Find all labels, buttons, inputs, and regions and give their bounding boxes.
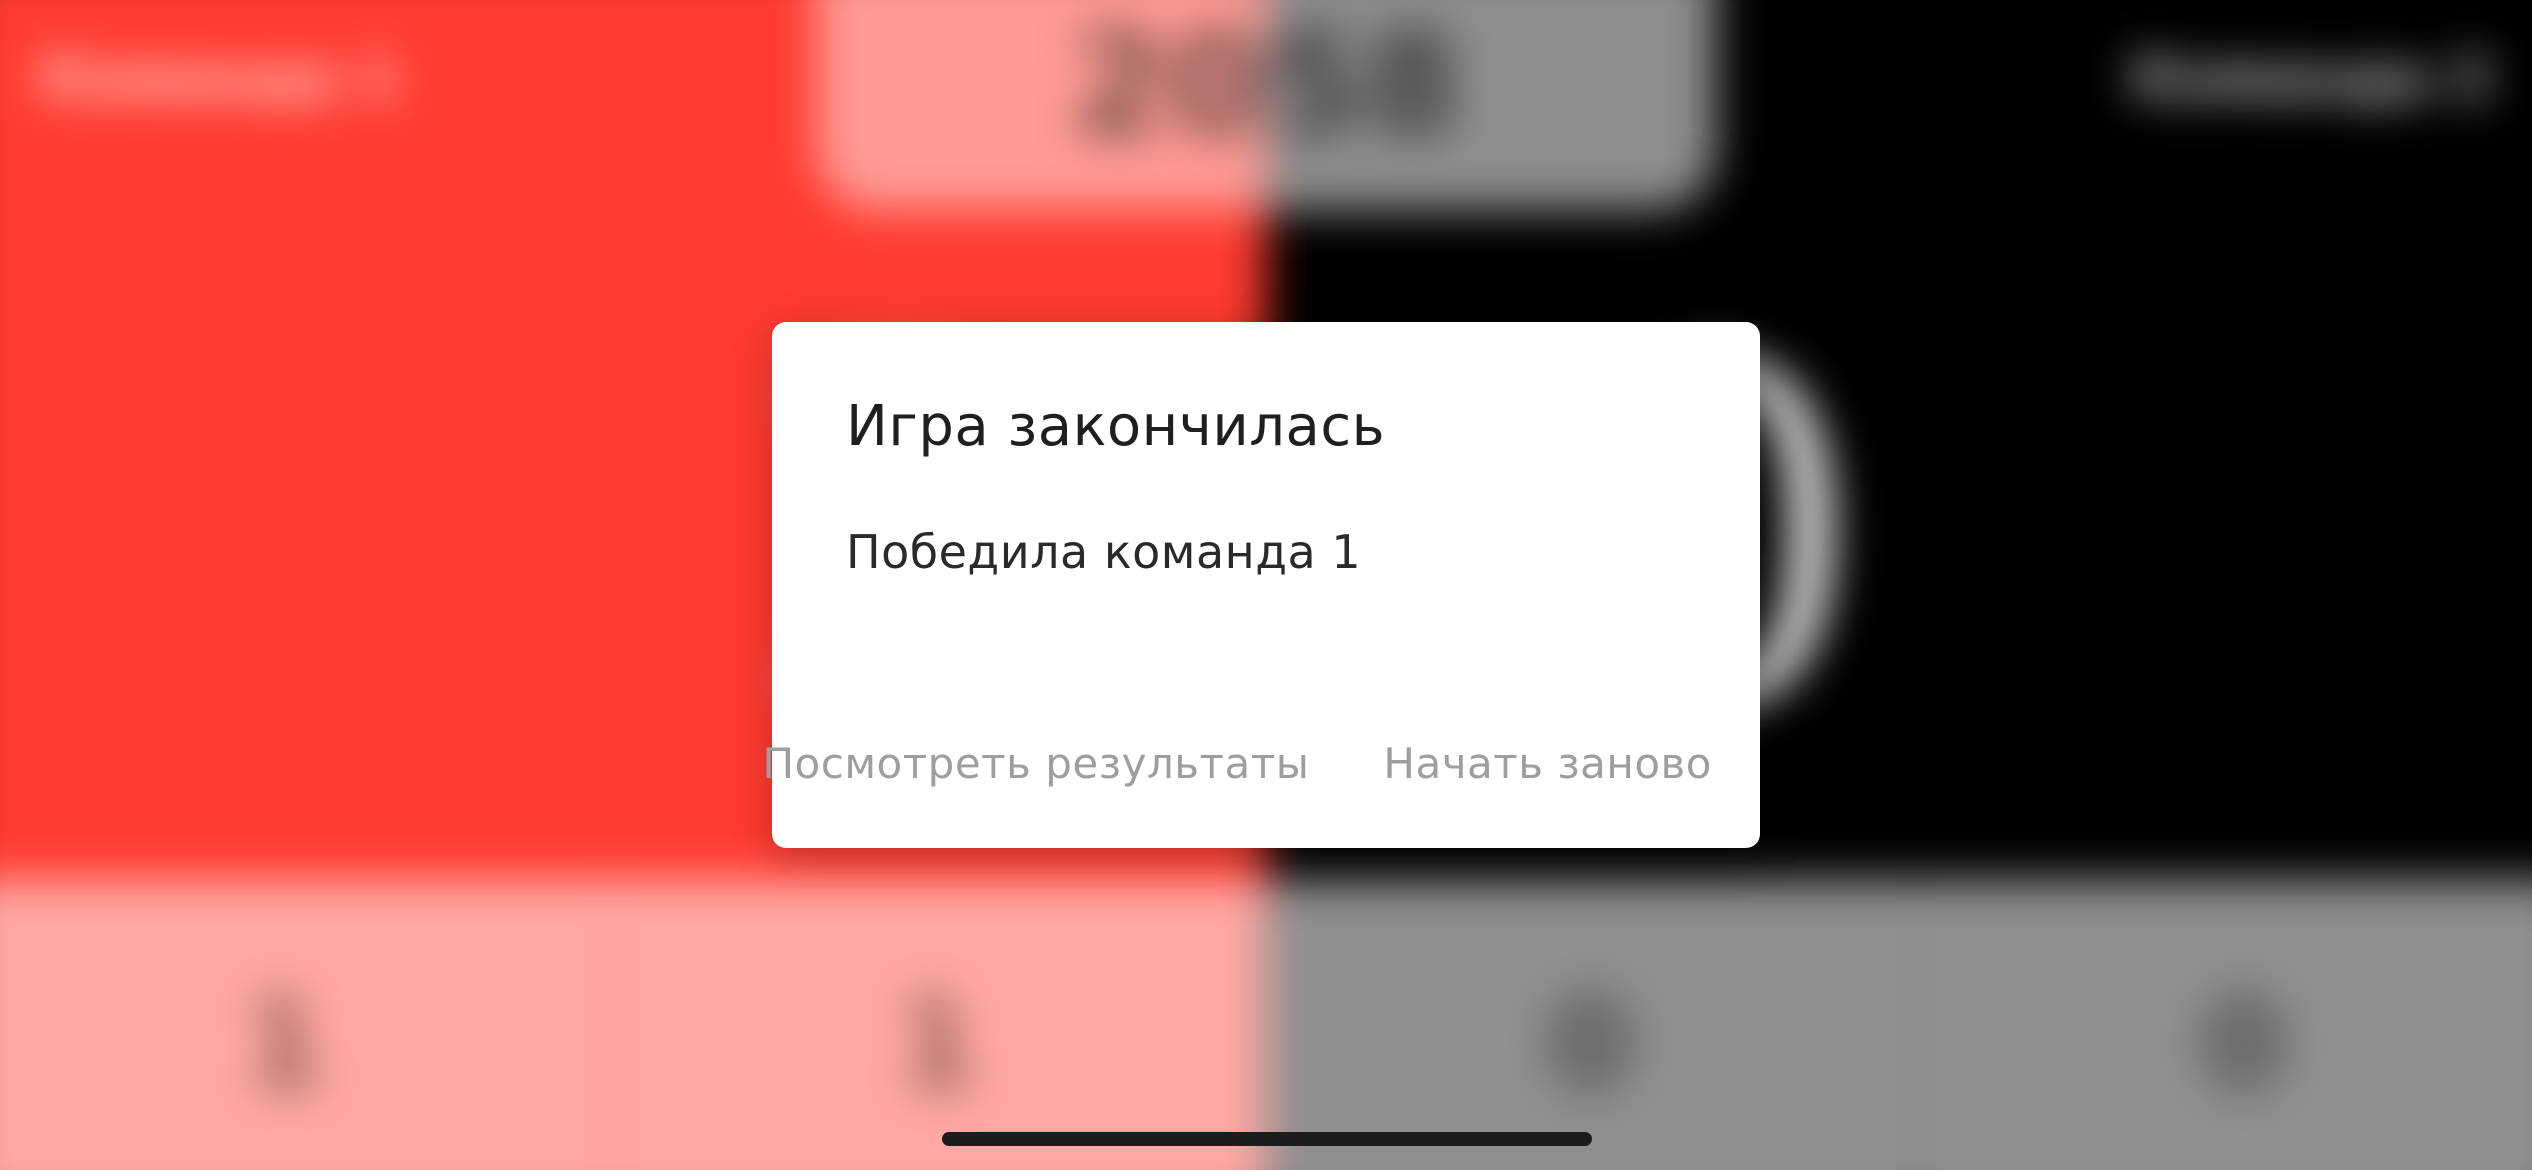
- dialog-title: Игра закончилась: [846, 394, 1386, 459]
- bottom-stats-bar: 1 1 0 0: [0, 880, 2532, 1170]
- stat-cell: 1: [0, 880, 613, 1170]
- restart-button[interactable]: Начать заново: [1383, 734, 1712, 794]
- stat-cell: 0: [1919, 880, 2532, 1170]
- view-results-button[interactable]: Посмотреть результаты: [762, 734, 1309, 794]
- team-2-name: Команда 2: [2131, 44, 2492, 112]
- stat-cell: 0: [1266, 880, 1919, 1170]
- dialog-actions: Посмотреть результаты Начать заново: [762, 734, 1712, 794]
- game-timer: 20 58: [816, 0, 1716, 210]
- screen: Команда 1 2 Команда 2 0 20 58 1 1 0 0 Иг…: [0, 0, 2532, 1170]
- dialog-message: Победила команда 1: [846, 525, 1362, 579]
- stat-cell: 1: [613, 880, 1266, 1170]
- team-1-name: Команда 1: [40, 44, 401, 112]
- home-indicator[interactable]: [942, 1132, 1592, 1146]
- game-over-dialog: Игра закончилась Победила команда 1 Посм…: [762, 322, 1760, 848]
- timer-minutes: 20: [816, 0, 1266, 210]
- timer-seconds: 58: [1266, 0, 1716, 210]
